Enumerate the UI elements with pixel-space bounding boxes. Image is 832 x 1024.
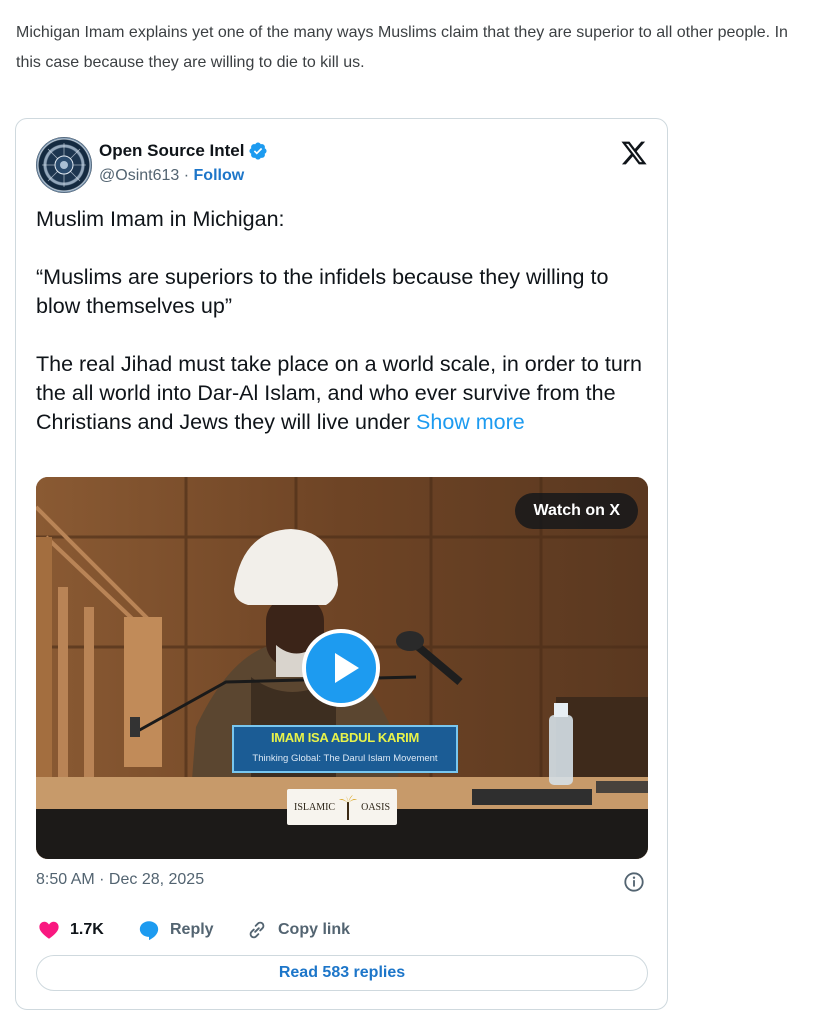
- tweet-header: Open Source Intel @Osint613 · Follow: [36, 137, 648, 193]
- logo-word-left: ISLAMIC: [293, 801, 336, 813]
- author-handle[interactable]: @Osint613: [99, 167, 179, 184]
- logo-word-right: OASIS: [361, 801, 391, 813]
- separator-dot: ·: [183, 167, 190, 184]
- tweet-text: Muslim Imam in Michigan: “Muslims are su…: [36, 205, 651, 437]
- tweet-actions: 1.7K Reply Copy link: [36, 917, 648, 943]
- like-button[interactable]: 1.7K: [38, 917, 104, 943]
- video-thumbnail[interactable]: Watch on X IMAM ISA ABDUL KARIM Thinking…: [36, 477, 648, 859]
- lower-third-caption: IMAM ISA ABDUL KARIM Thinking Global: Th…: [232, 725, 458, 773]
- info-icon[interactable]: [623, 871, 645, 893]
- tweet-paragraph-text: The real Jihad must take place on a worl…: [36, 352, 642, 434]
- verified-badge-icon: [249, 142, 268, 160]
- copy-link-label: Copy link: [278, 921, 351, 938]
- tweet-embed[interactable]: Open Source Intel @Osint613 · Follow Mus…: [15, 118, 668, 1010]
- post-text: Michigan Imam explains yet one of the ma…: [16, 24, 788, 71]
- link-icon: [249, 921, 265, 939]
- copy-link-button[interactable]: Copy link: [246, 917, 350, 943]
- tweet-quote: “Muslims are superiors to the infidels b…: [36, 265, 609, 318]
- tweet-paragraph: The real Jihad must take place on a worl…: [36, 350, 651, 437]
- like-count: 1.7K: [70, 921, 104, 938]
- play-button[interactable]: [302, 629, 380, 707]
- play-icon: [335, 653, 359, 683]
- heart-icon: [39, 921, 59, 939]
- channel-logo: ISLAMIC OASIS: [287, 789, 397, 825]
- reply-button[interactable]: Reply: [138, 917, 214, 943]
- author-handle-line: @Osint613 · Follow: [99, 167, 244, 185]
- speaker-name: IMAM ISA ABDUL KARIM: [270, 730, 420, 745]
- tweet-line-intro: Muslim Imam in Michigan:: [36, 207, 285, 231]
- show-more-link[interactable]: Show more: [416, 410, 525, 434]
- x-logo-icon[interactable]: [620, 139, 648, 167]
- reply-bubble-icon: [139, 921, 159, 941]
- palm-tree-icon: [339, 794, 358, 820]
- reply-label: Reply: [170, 921, 214, 938]
- follow-link[interactable]: Follow: [194, 167, 245, 184]
- watch-on-x-button[interactable]: Watch on X: [515, 493, 638, 529]
- program-subtitle: Thinking Global: The Darul Islam Movemen…: [252, 753, 438, 764]
- tweet-timestamp[interactable]: 8:50 AM · Dec 28, 2025: [36, 871, 204, 889]
- read-replies-button[interactable]: Read 583 replies: [36, 955, 648, 991]
- author-name[interactable]: Open Source Intel: [99, 141, 244, 161]
- avatar[interactable]: [36, 137, 92, 193]
